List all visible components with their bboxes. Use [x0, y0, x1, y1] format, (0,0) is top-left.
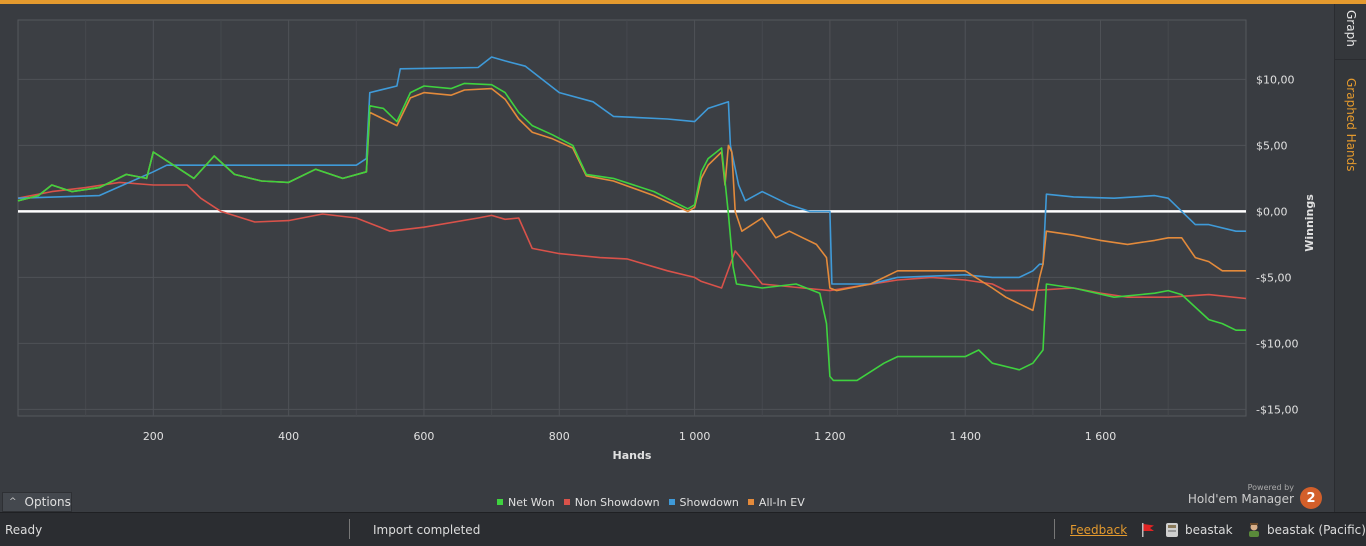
y-tick-label: $10,00	[1256, 73, 1295, 86]
winnings-chart: 200 400 600 800 1 000 1 200 1 400 1 600 $10,00$…	[17, 19, 1316, 462]
legend-label-net-won: Net Won	[508, 495, 555, 509]
x-tick-label: 200	[143, 430, 164, 443]
legend-net-won: Net Won	[497, 494, 555, 510]
y-tick-label: -$15,00	[1256, 403, 1298, 416]
y-tick-label: -$5,00	[1256, 271, 1291, 284]
powered-by-text: Powered by	[1247, 483, 1294, 492]
status-separator	[349, 519, 350, 539]
x-axis-label: Hands	[613, 449, 652, 462]
flag-icon[interactable]	[1140, 513, 1156, 546]
brand-block: Powered by Hold'em Manager 2	[1180, 480, 1326, 514]
x-tick-labels: 200 400 600 800 1 000 1 200 1 400 1 600	[143, 430, 1116, 443]
user-site-account[interactable]: beastak (Pacific)	[1247, 513, 1366, 546]
x-tick-label: 400	[278, 430, 299, 443]
y-tick-labels: $10,00 $5,00 $0,00 -$5,00 -$10,00 -$15,00	[1256, 73, 1298, 416]
y-tick-label: $0,00	[1256, 205, 1288, 218]
player-avatar-icon	[1249, 522, 1259, 537]
hm2-logo-icon: 2	[1300, 487, 1322, 509]
tab-graph[interactable]: Graph	[1335, 4, 1366, 60]
legend-swatch-showdown	[668, 499, 675, 505]
database-icon	[1166, 522, 1178, 537]
legend-swatch-non-showdown	[563, 499, 570, 505]
legend-label-non-showdown: Non Showdown	[574, 495, 660, 509]
options-label: Options	[24, 495, 71, 509]
x-tick-label: 1 200	[814, 430, 846, 443]
status-bar: Ready Import completed Feedback beastak …	[0, 512, 1366, 546]
right-tab-panel: Graph Graphed Hands	[1334, 4, 1366, 512]
legend-label-all-in-ev: All-In EV	[758, 495, 805, 509]
user-site-name: beastak (Pacific)	[1267, 522, 1366, 537]
x-tick-label: 1 000	[679, 430, 711, 443]
x-tick-label: 600	[413, 430, 434, 443]
user-name: beastak	[1185, 522, 1233, 537]
brand-name: Hold'em Manager	[1187, 492, 1294, 506]
user-account[interactable]: beastak	[1165, 513, 1233, 546]
x-tick-label: 1 400	[949, 430, 981, 443]
legend-swatch-all-in-ev	[747, 499, 754, 505]
status-import: Import completed	[373, 522, 481, 537]
chevron-up-icon: ^	[9, 497, 17, 507]
winnings-graph: 200 400 600 800 1 000 1 200 1 400 1 600 $10,00 $…	[0, 4, 1334, 512]
chart-legend: Net Won Non Showdown Showdown All-In EV	[497, 494, 814, 510]
status-separator	[1054, 519, 1055, 539]
legend-non-showdown: Non Showdown	[563, 494, 660, 510]
y-tick-label: -$10,00	[1256, 337, 1298, 350]
status-ready: Ready	[5, 522, 43, 537]
legend-swatch-net-won	[497, 499, 503, 505]
x-tick-label: 800	[549, 430, 570, 443]
x-tick-label: 1 600	[1085, 430, 1117, 443]
legend-showdown: Showdown	[668, 494, 739, 510]
legend-label-showdown: Showdown	[679, 495, 739, 509]
y-axis-label: Winnings	[1303, 194, 1316, 252]
tab-graphed-hands[interactable]: Graphed Hands	[1335, 72, 1366, 182]
options-button[interactable]: ^ Options	[2, 492, 72, 512]
legend-all-in-ev: All-In EV	[747, 494, 805, 510]
y-tick-label: $5,00	[1256, 139, 1288, 152]
feedback-link[interactable]: Feedback	[1070, 523, 1127, 537]
